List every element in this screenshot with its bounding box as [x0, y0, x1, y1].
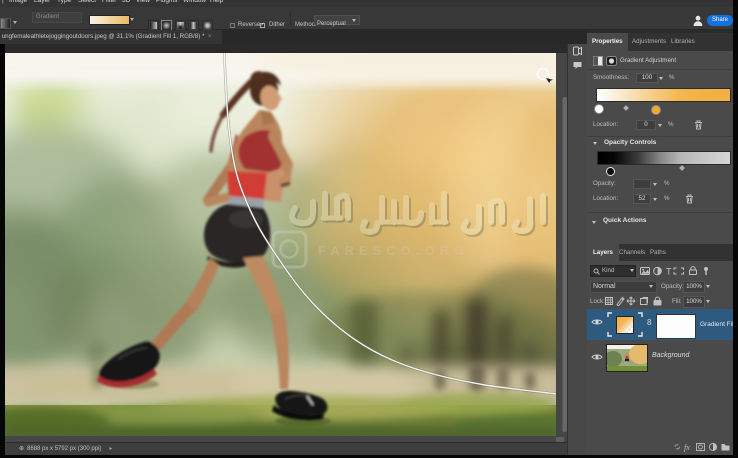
svg-text:T: T	[666, 266, 672, 276]
svg-text:FARESCO.ORG: FARESCO.ORG	[318, 243, 469, 258]
svg-text:fx: fx	[684, 443, 690, 452]
